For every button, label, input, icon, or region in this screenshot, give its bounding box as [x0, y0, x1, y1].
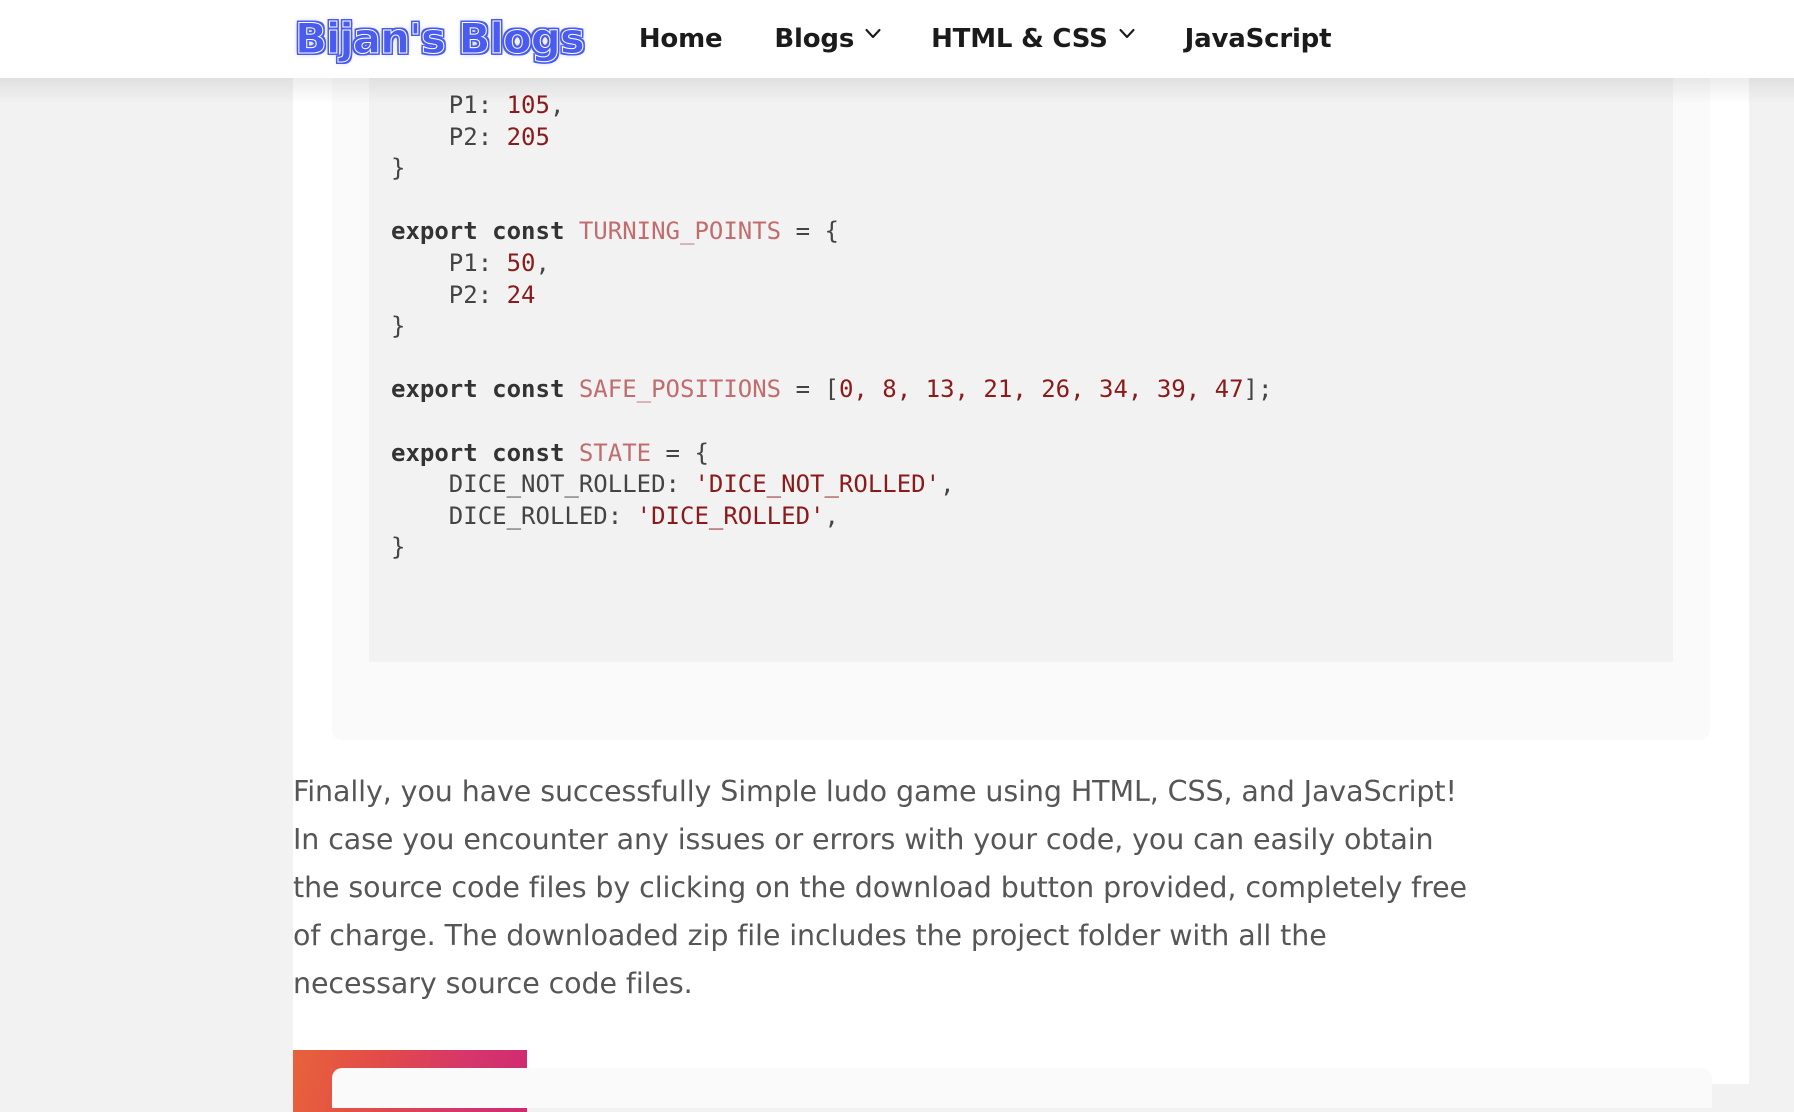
site-logo[interactable]: Bijan's Blogs	[295, 17, 586, 60]
site-header: Bijan's Blogs Home Blogs HTML & CSS Java…	[0, 0, 1794, 78]
code-value-dice-not-rolled: 'DICE_NOT_ROLLED'	[694, 470, 941, 499]
code-value-dice-rolled: 'DICE_ROLLED'	[636, 501, 825, 530]
chevron-down-icon[interactable]	[1119, 28, 1135, 42]
main-navigation: Home Blogs HTML & CSS JavaScript	[639, 24, 1332, 54]
article-card: P1: 105, P2: 205 } export const TURNING_…	[293, 78, 1749, 1112]
nav-item-blogs[interactable]: Blogs	[774, 24, 881, 54]
chevron-down-icon[interactable]	[865, 28, 881, 42]
nav-item-html-css[interactable]: HTML & CSS	[931, 24, 1135, 54]
nav-item-javascript[interactable]: JavaScript	[1185, 24, 1332, 54]
nav-item-label: Home	[638, 24, 723, 54]
code-value-turning-p1: 50	[506, 248, 536, 277]
code-value-p2-start: 205	[506, 122, 550, 151]
code-block[interactable]: P1: 105, P2: 205 } export const TURNING_…	[369, 78, 1673, 662]
nav-item-home[interactable]: Home	[639, 24, 723, 54]
code-value-p1-start: 105	[506, 91, 550, 119]
code-value-turning-p2: 24	[506, 280, 536, 309]
nav-item-label: Blogs	[774, 24, 855, 54]
next-section-card	[332, 1068, 1712, 1108]
code-value-safe-positions: 0, 8, 13, 21, 26, 34, 39, 47	[838, 375, 1244, 404]
code-content: P1: 105, P2: 205 } export const TURNING_…	[391, 91, 1273, 562]
nav-item-label: JavaScript	[1184, 24, 1332, 54]
nav-item-label: HTML & CSS	[931, 24, 1108, 54]
article-body: Finally, you have successfully Simple lu…	[293, 768, 1749, 1112]
closing-paragraph: Finally, you have successfully Simple lu…	[293, 775, 1467, 1000]
code-card: P1: 105, P2: 205 } export const TURNING_…	[332, 78, 1710, 740]
